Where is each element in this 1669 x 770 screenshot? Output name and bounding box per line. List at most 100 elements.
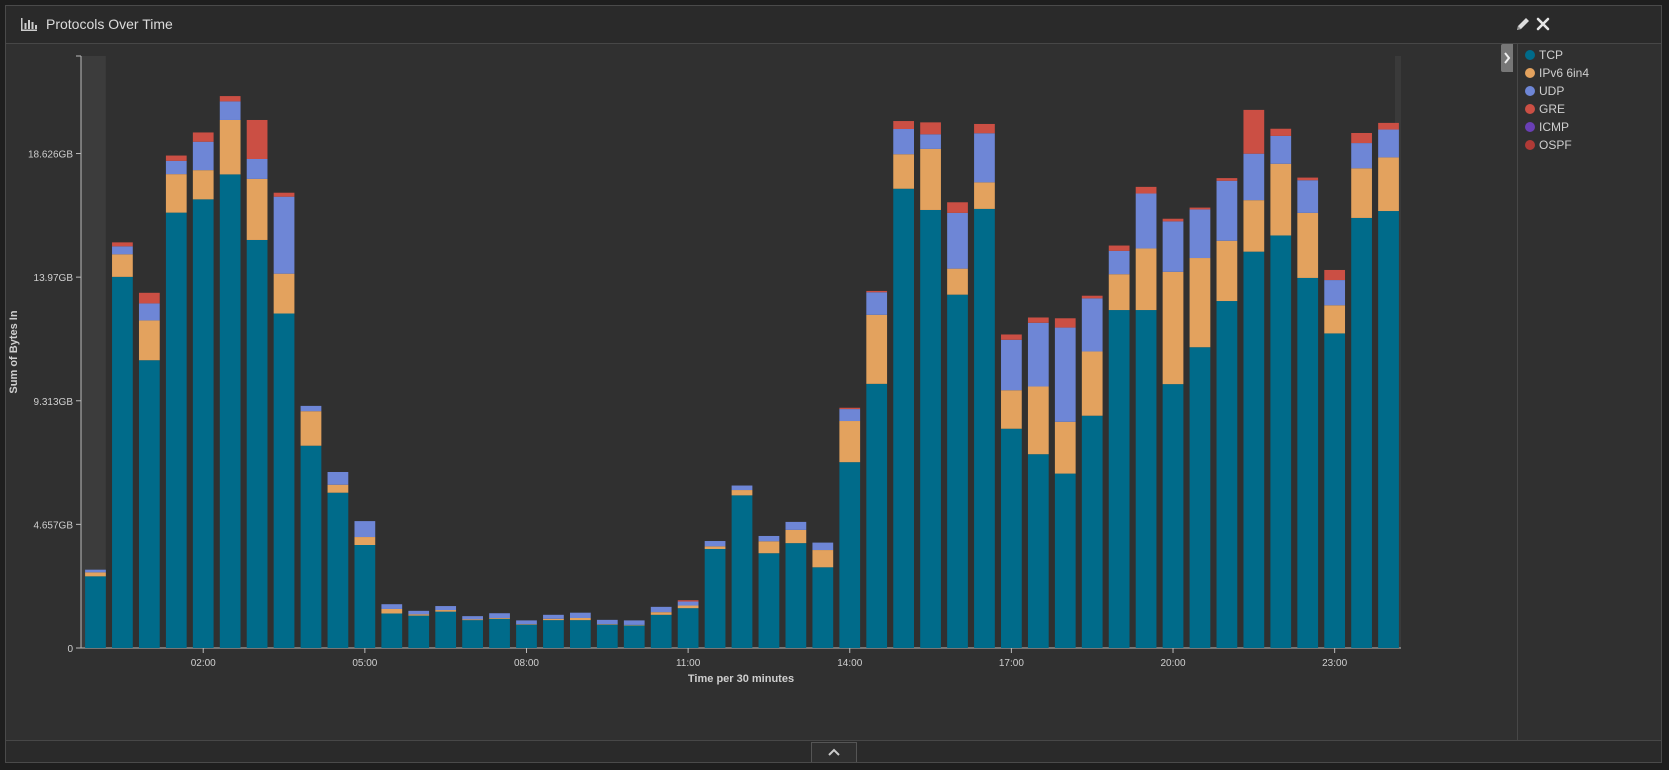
bar-gre[interactable] bbox=[112, 242, 133, 247]
bar-tcp[interactable] bbox=[839, 462, 861, 648]
bar-ipv6-6in4[interactable] bbox=[1108, 274, 1130, 311]
bar-tcp[interactable] bbox=[758, 553, 780, 648]
bar-tcp[interactable] bbox=[866, 383, 888, 648]
bar-udp[interactable] bbox=[920, 134, 941, 149]
bar-tcp[interactable] bbox=[1001, 428, 1022, 648]
bar-udp[interactable] bbox=[812, 542, 834, 551]
bar-ipv6-6in4[interactable] bbox=[812, 550, 834, 568]
bar-udp[interactable] bbox=[138, 303, 160, 321]
bar-gre[interactable] bbox=[138, 292, 160, 304]
bar-tcp[interactable] bbox=[1378, 211, 1399, 648]
bar-tcp[interactable] bbox=[920, 209, 941, 649]
bar-tcp[interactable] bbox=[1081, 415, 1103, 648]
bar-tcp[interactable] bbox=[677, 608, 699, 648]
bar-udp[interactable] bbox=[1081, 298, 1103, 352]
bar-tcp[interactable] bbox=[112, 276, 133, 648]
legend-item-udp[interactable]: UDP bbox=[1525, 84, 1564, 102]
bar-ipv6-6in4[interactable] bbox=[1081, 351, 1103, 416]
bar-udp[interactable] bbox=[85, 569, 106, 573]
close-icon[interactable] bbox=[1534, 15, 1552, 33]
legend-item-gre[interactable]: GRE bbox=[1525, 102, 1565, 120]
bar-gre[interactable] bbox=[1297, 177, 1319, 181]
bar-gre[interactable] bbox=[1216, 178, 1238, 181]
bar-udp[interactable] bbox=[1297, 180, 1319, 213]
bar-ipv6-6in4[interactable] bbox=[866, 314, 888, 384]
bar-udp[interactable] bbox=[112, 246, 133, 255]
bar-tcp[interactable] bbox=[138, 360, 160, 648]
bar-ipv6-6in4[interactable] bbox=[1351, 168, 1372, 218]
bar-ipv6-6in4[interactable] bbox=[1001, 390, 1022, 429]
bar-ipv6-6in4[interactable] bbox=[192, 170, 214, 200]
bar-udp[interactable] bbox=[731, 485, 753, 491]
bar-gre[interactable] bbox=[1162, 218, 1184, 222]
bar-tcp[interactable] bbox=[812, 567, 834, 648]
bar-tcp[interactable] bbox=[192, 199, 214, 649]
bar-udp[interactable] bbox=[489, 613, 510, 619]
bar-gre[interactable] bbox=[1001, 334, 1022, 340]
bar-udp[interactable] bbox=[192, 141, 214, 171]
bar-udp[interactable] bbox=[1162, 221, 1184, 272]
bar-gre[interactable] bbox=[893, 121, 915, 130]
bar-udp[interactable] bbox=[408, 610, 430, 615]
bar-gre[interactable] bbox=[1270, 128, 1292, 136]
bar-tcp[interactable] bbox=[246, 239, 268, 648]
bar-tcp[interactable] bbox=[1243, 251, 1265, 648]
bar-udp[interactable] bbox=[273, 196, 295, 274]
bar-gre[interactable] bbox=[1081, 295, 1103, 299]
legend-item-tcp[interactable]: TCP bbox=[1525, 48, 1563, 66]
bar-udp[interactable] bbox=[785, 521, 807, 530]
bar-udp[interactable] bbox=[327, 471, 349, 485]
bar-tcp[interactable] bbox=[1324, 333, 1346, 648]
legend-item-ospf[interactable]: OSPF bbox=[1525, 138, 1572, 156]
bar-tcp[interactable] bbox=[785, 543, 807, 648]
bar-tcp[interactable] bbox=[381, 613, 403, 648]
bar-ipv6-6in4[interactable] bbox=[462, 619, 483, 621]
bar-udp[interactable] bbox=[516, 620, 537, 625]
bar-gre[interactable] bbox=[1054, 318, 1076, 328]
bar-ipv6-6in4[interactable] bbox=[920, 148, 941, 210]
bar-tcp[interactable] bbox=[569, 620, 591, 648]
bar-gre[interactable] bbox=[1027, 317, 1049, 323]
bar-ipv6-6in4[interactable] bbox=[893, 154, 915, 189]
bar-tcp[interactable] bbox=[516, 624, 537, 648]
bar-ipv6-6in4[interactable] bbox=[839, 421, 861, 463]
bar-ipv6-6in4[interactable] bbox=[974, 182, 995, 209]
bar-ipv6-6in4[interactable] bbox=[300, 411, 322, 446]
bar-gre[interactable] bbox=[1189, 207, 1211, 210]
bar-ipv6-6in4[interactable] bbox=[569, 618, 591, 621]
bar-tcp[interactable] bbox=[354, 544, 376, 648]
bar-gre[interactable] bbox=[974, 123, 995, 134]
bar-gre[interactable] bbox=[192, 132, 214, 142]
bar-ipv6-6in4[interactable] bbox=[543, 618, 564, 621]
bar-udp[interactable] bbox=[839, 409, 861, 422]
bar-udp[interactable] bbox=[1243, 153, 1265, 201]
bar-tcp[interactable] bbox=[273, 313, 295, 648]
bar-ipv6-6in4[interactable] bbox=[1297, 212, 1319, 278]
bar-ipv6-6in4[interactable] bbox=[435, 610, 457, 612]
bar-udp[interactable] bbox=[1189, 209, 1211, 259]
bar-ipv6-6in4[interactable] bbox=[1378, 157, 1399, 212]
bar-udp[interactable] bbox=[623, 620, 645, 625]
legend-item-icmp[interactable]: ICMP bbox=[1525, 120, 1569, 138]
legend-toggle-button[interactable] bbox=[1501, 44, 1513, 72]
bar-gre[interactable] bbox=[1108, 245, 1130, 251]
bar-tcp[interactable] bbox=[704, 548, 726, 648]
bar-udp[interactable] bbox=[677, 601, 699, 606]
bar-ipv6-6in4[interactable] bbox=[947, 268, 968, 295]
bar-tcp[interactable] bbox=[650, 614, 672, 648]
bar-udp[interactable] bbox=[165, 160, 187, 175]
bar-udp[interactable] bbox=[300, 405, 322, 412]
bar-udp[interactable] bbox=[1378, 129, 1399, 158]
bar-udp[interactable] bbox=[704, 541, 726, 547]
bar-udp[interactable] bbox=[462, 616, 483, 620]
bar-gre[interactable] bbox=[1351, 132, 1372, 144]
bar-gre[interactable] bbox=[273, 192, 295, 197]
legend-item-ipv6-6in4[interactable]: IPv6 6in4 bbox=[1525, 66, 1589, 84]
bar-udp[interactable] bbox=[354, 521, 376, 538]
bar-udp[interactable] bbox=[650, 606, 672, 613]
bar-ipv6-6in4[interactable] bbox=[758, 541, 780, 554]
bar-udp[interactable] bbox=[569, 612, 591, 619]
bar-gre[interactable] bbox=[1243, 109, 1265, 154]
bar-udp[interactable] bbox=[219, 101, 241, 120]
bar-tcp[interactable] bbox=[165, 212, 187, 648]
